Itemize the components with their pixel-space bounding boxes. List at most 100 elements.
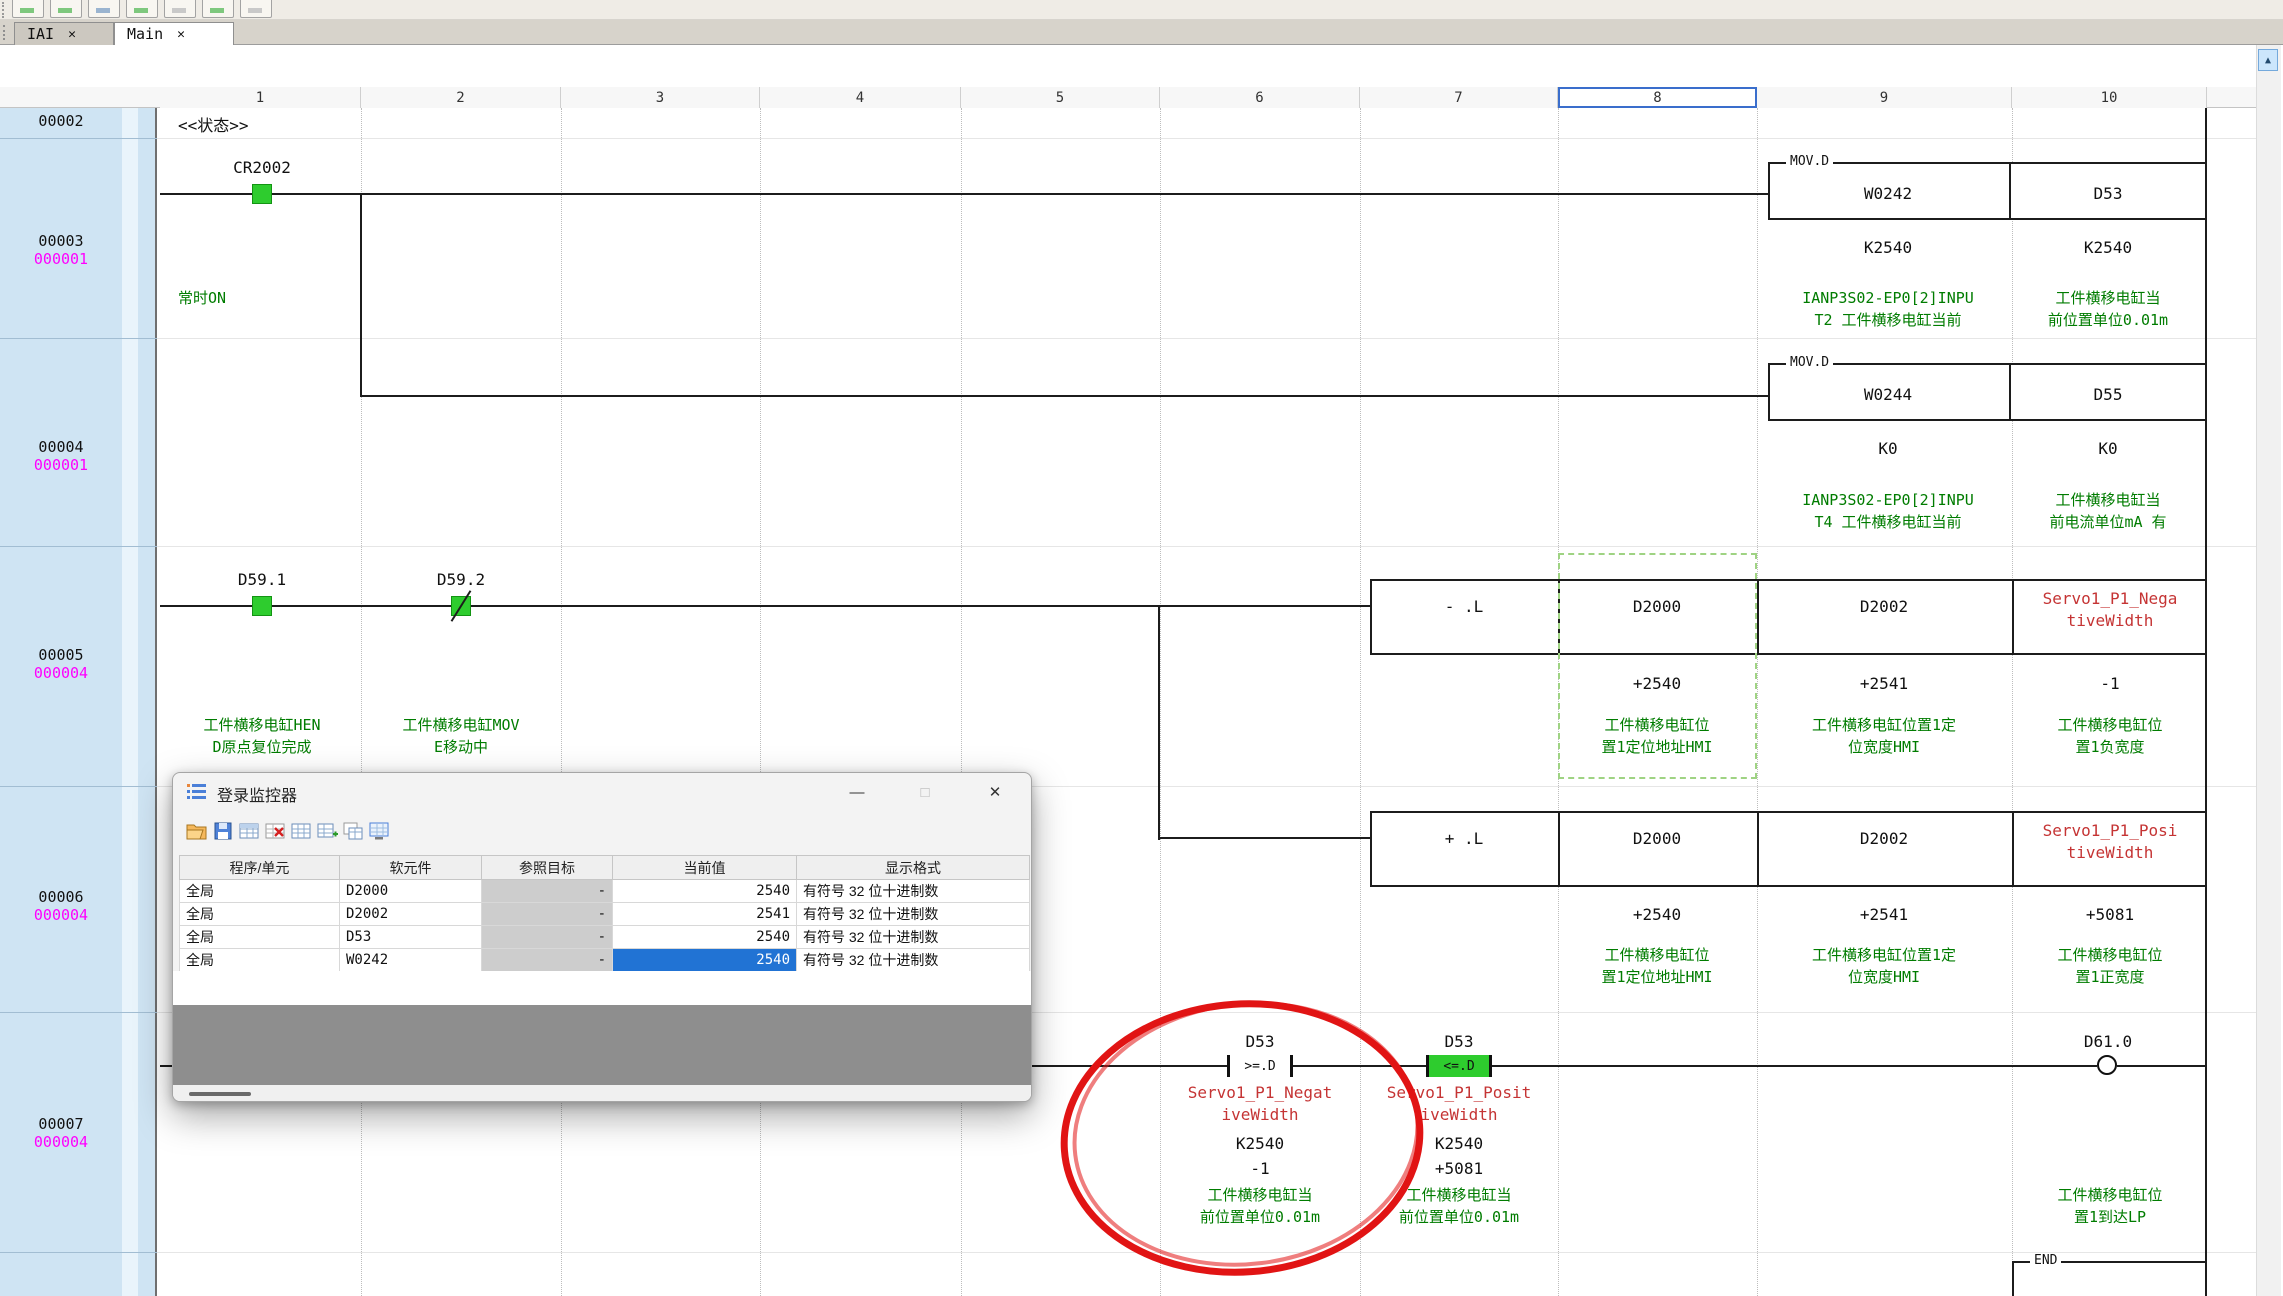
cell-scope[interactable]: 全局 (180, 903, 340, 926)
step-number: 000004 (34, 664, 88, 682)
block-operand[interactable]: D2000 (1633, 829, 1681, 848)
ladder-tool-button[interactable] (12, 0, 44, 18)
contact-cr2002[interactable] (252, 184, 272, 204)
window-titlebar[interactable]: 登录监控器 — □ ✕ (173, 773, 1032, 811)
ruler-cell-2[interactable]: 2 (361, 87, 561, 108)
ladder-tool-button[interactable] (164, 0, 196, 18)
ruler-cell-1[interactable]: 1 (160, 87, 361, 108)
ladder-tool-button[interactable] (50, 0, 82, 18)
cell-scope[interactable]: 全局 (180, 880, 340, 903)
open-file-icon[interactable] (185, 820, 209, 842)
step-number: 000004 (34, 906, 88, 924)
close-button[interactable]: ✕ (971, 773, 1019, 811)
minimize-button[interactable]: — (833, 773, 881, 811)
grid-add-icon[interactable] (315, 820, 339, 842)
block-operand[interactable]: W0242 (1864, 184, 1912, 203)
cell-scope[interactable]: 全局 (180, 926, 340, 949)
watch-row[interactable]: 全局 D53 - 2540 有符号 32 位十进制数 (180, 926, 1030, 949)
ruler-cell-10[interactable]: 10 (2012, 87, 2207, 108)
cell-value[interactable]: 2541 (613, 903, 797, 926)
operand-comment: 工件横移电缸当 前电流单位mA 有 (2049, 489, 2166, 533)
copy-table-icon[interactable] (341, 820, 365, 842)
compare-value: K2540 (1435, 1134, 1483, 1153)
block-operand-symbol[interactable]: Servo1_P1_Nega tiveWidth (2043, 588, 2178, 632)
cell-ref[interactable]: - (482, 880, 613, 903)
save-table-icon[interactable] (237, 820, 261, 842)
block-operand[interactable]: D2002 (1860, 597, 1908, 616)
ruler-number: 1 (256, 90, 264, 106)
grid-vline (760, 108, 761, 1296)
tab-main[interactable]: Main ✕ (114, 22, 234, 45)
cell-ref[interactable]: - (482, 903, 613, 926)
mov-block-1[interactable] (1768, 162, 2207, 220)
ruler-cell-4[interactable]: 4 (760, 87, 961, 108)
tab-iai[interactable]: IAI ✕ (14, 22, 114, 45)
rung-wire (160, 193, 1768, 195)
cell-device[interactable]: D2000 (340, 880, 482, 903)
save-icon[interactable] (211, 820, 235, 842)
tab-close-icon[interactable]: ✕ (177, 27, 185, 42)
contact-d59-1[interactable] (252, 596, 272, 616)
compare-contact-1[interactable]: >=.D (1227, 1055, 1293, 1077)
cell-ref[interactable]: - (482, 949, 613, 972)
column-header: 参照目标 (482, 856, 613, 880)
ruler-cell-5[interactable]: 5 (961, 87, 1160, 108)
ruler-cell-8-selected[interactable]: 8 (1558, 87, 1757, 108)
ladder-tool-button[interactable] (202, 0, 234, 18)
block-divider (1558, 813, 1560, 885)
compare-contact-2[interactable]: <=.D (1426, 1055, 1492, 1077)
watch-row[interactable]: 全局 D2000 - 2540 有符号 32 位十进制数 (180, 880, 1030, 903)
cell-device[interactable]: D53 (340, 926, 482, 949)
watch-row[interactable]: 全局 W0242 - 2540 有符号 32 位十进制数 (180, 949, 1030, 972)
vertical-scrollbar[interactable] (2256, 45, 2281, 1296)
cell-format[interactable]: 有符号 32 位十进制数 (797, 949, 1030, 972)
mov-block-2[interactable] (1768, 363, 2207, 421)
delete-row-icon[interactable] (263, 820, 287, 842)
operand-value: K0 (2098, 439, 2117, 458)
section-comment[interactable]: <<状态>> (178, 112, 249, 136)
coil-comment: 工件横移电缸位 置1到达LP (2057, 1184, 2162, 1228)
cell-value[interactable]: 2540 (613, 926, 797, 949)
block-operand[interactable]: D2002 (1860, 829, 1908, 848)
block-operand[interactable]: D55 (2094, 385, 2123, 404)
grid-vline (1757, 108, 1758, 1296)
monitor-grid-icon[interactable] (367, 820, 391, 842)
watch-table-header: 程序/单元 软元件 参照目标 当前值 显示格式 (180, 856, 1030, 880)
cell-device[interactable]: W0242 (340, 949, 482, 972)
cell-ref[interactable]: - (482, 926, 613, 949)
tab-close-icon[interactable]: ✕ (68, 27, 76, 42)
contact-comment: 工件横移电缸MOV E移动中 (402, 714, 519, 758)
watch-table: 程序/单元 软元件 参照目标 当前值 显示格式 全局 D2000 - 2540 … (179, 855, 1030, 972)
compare-device-label: D53 (1445, 1032, 1474, 1051)
ruler-number: 7 (1454, 90, 1462, 106)
ruler-cell-6[interactable]: 6 (1160, 87, 1360, 108)
coil-d61-0[interactable] (2097, 1055, 2117, 1075)
cell-scope[interactable]: 全局 (180, 949, 340, 972)
maximize-button[interactable]: □ (901, 773, 949, 811)
grid-icon[interactable] (289, 820, 313, 842)
compare-value: +5081 (1435, 1159, 1483, 1178)
ruler-cell-7[interactable]: 7 (1360, 87, 1558, 108)
cell-format[interactable]: 有符号 32 位十进制数 (797, 903, 1030, 926)
watch-row[interactable]: 全局 D2002 - 2541 有符号 32 位十进制数 (180, 903, 1030, 926)
cell-device[interactable]: D2002 (340, 903, 482, 926)
ladder-tool-button[interactable] (126, 0, 158, 18)
block-operand[interactable]: D53 (2094, 184, 2123, 203)
contact-label: CR2002 (233, 158, 291, 177)
ladder-tool-button[interactable] (88, 0, 120, 18)
block-divider (1757, 813, 1759, 885)
block-operand-symbol[interactable]: Servo1_P1_Posi tiveWidth (2043, 820, 2178, 864)
cell-format[interactable]: 有符号 32 位十进制数 (797, 880, 1030, 903)
ruler-cell-3[interactable]: 3 (561, 87, 760, 108)
cell-format[interactable]: 有符号 32 位十进制数 (797, 926, 1030, 949)
cell-value[interactable]: 2540 (613, 880, 797, 903)
operand-comment: IANP3S02-EP0[2]INPU T2 工件横移电缸当前 (1802, 287, 1974, 331)
block-operand[interactable]: W0244 (1864, 385, 1912, 404)
ruler-cell-9[interactable]: 9 (1757, 87, 2012, 108)
cell-value-selected[interactable]: 2540 (613, 949, 797, 972)
ladder-tool-button[interactable] (240, 0, 272, 18)
watch-toolbar (173, 811, 1032, 853)
horizontal-scrollbar-thumb[interactable] (189, 1092, 251, 1096)
compare-device-label: D53 (1246, 1032, 1275, 1051)
scroll-up-button[interactable]: ▲ (2258, 49, 2278, 71)
